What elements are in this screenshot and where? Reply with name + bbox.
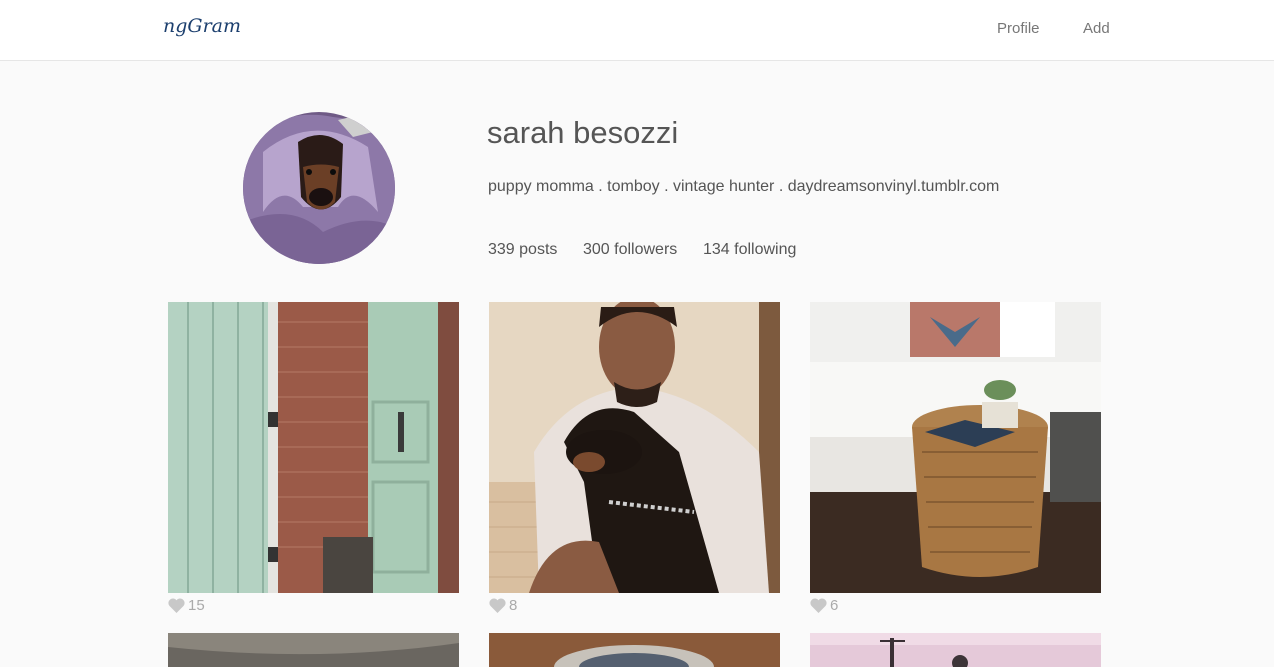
nav-add-link[interactable]: Add [1083,20,1110,37]
followers-count[interactable]: 300 followers [583,241,677,259]
post-photo[interactable] [168,302,459,593]
post-photo[interactable] [810,633,1101,667]
following-count[interactable]: 134 following [703,241,796,259]
like-count: 8 [509,597,518,614]
post-card: 15 [168,302,459,614]
post-likes: 8 [489,597,517,614]
heart-icon[interactable] [810,598,827,613]
profile-bio: puppy momma . tomboy . vintage hunter . … [488,178,1000,195]
like-count: 15 [188,597,205,614]
profile-avatar [243,112,395,264]
post-card: 6 [810,302,1101,614]
top-navbar: ngGram Profile Add [0,0,1274,61]
heart-icon[interactable] [168,598,185,613]
post-photo[interactable] [168,633,459,667]
post-photo[interactable] [489,302,780,593]
post-likes: 6 [810,597,838,614]
like-count: 6 [830,597,839,614]
nav-profile-link[interactable]: Profile [997,20,1040,37]
heart-icon[interactable] [489,598,506,613]
post-photo[interactable] [489,633,780,667]
posts-count: 339 posts [488,241,558,258]
profile-name: sarah besozzi [487,115,679,150]
brand-logo[interactable]: ngGram [163,15,241,37]
post-likes: 15 [168,597,205,614]
post-photo[interactable] [810,302,1101,593]
post-card: 8 [489,302,780,614]
